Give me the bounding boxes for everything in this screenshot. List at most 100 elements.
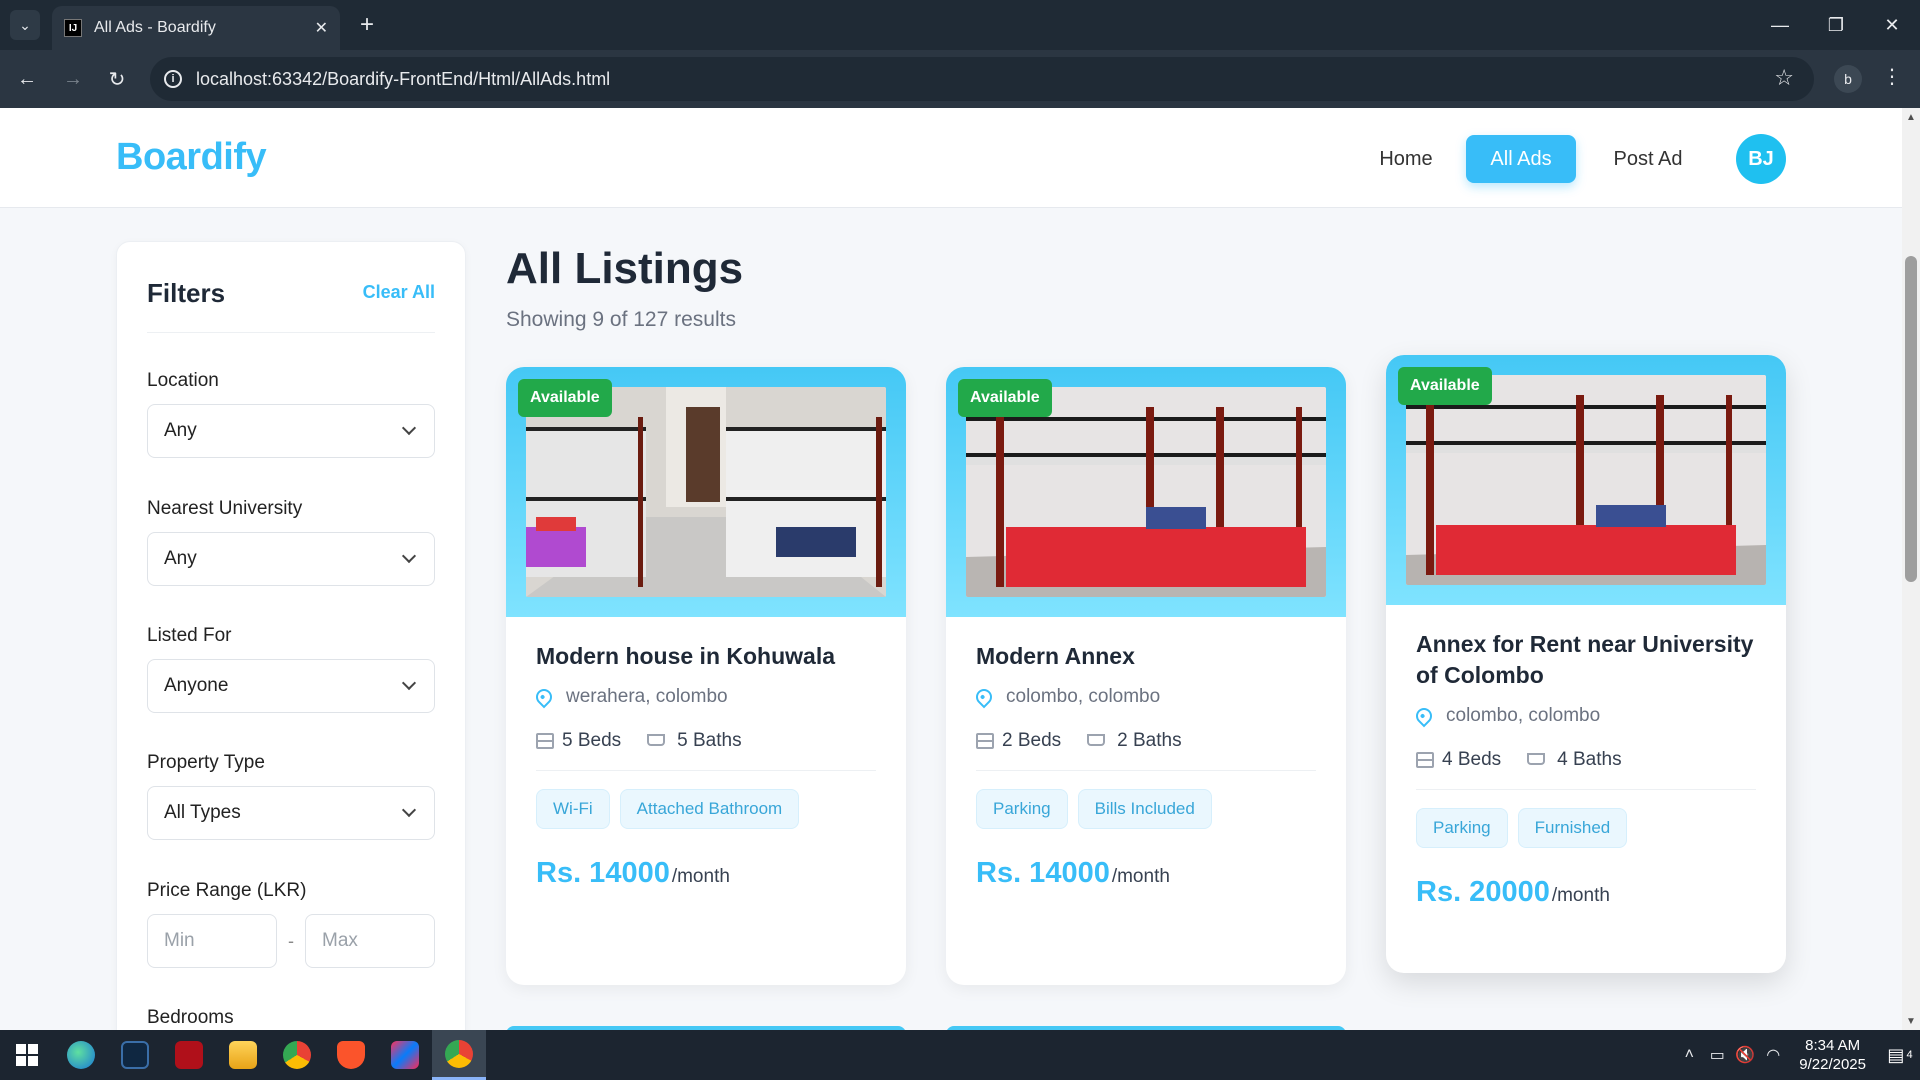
site-info-icon[interactable]: i [164,70,182,88]
price-range-row: Min - Max [147,914,435,968]
taskbar-clock[interactable]: 8:34 AM 9/22/2025 [1799,1036,1866,1074]
bed-icon [976,733,994,749]
nav-all-ads-link[interactable]: All Ads [1466,135,1576,183]
browser-profile-avatar[interactable]: b [1834,65,1862,93]
map-pin-icon [972,685,996,709]
intellij-icon [391,1041,419,1069]
listing-location: colombo, colombo [1412,704,1756,728]
listing-title[interactable]: Modern Annex [976,641,1316,672]
availability-badge: Available [958,379,1052,417]
location-select-value: Any [164,420,197,441]
card-divider [1416,789,1756,790]
price-max-input[interactable]: Max [305,914,435,968]
listed-for-label: Listed For [147,625,232,646]
taskbar-edge[interactable] [54,1030,108,1080]
listing-card[interactable]: Available Modern Annex colombo, colombo … [946,367,1346,985]
listing-photo [1406,375,1766,585]
chrome-profile-icon [445,1039,473,1068]
taskbar-mysql[interactable] [108,1030,162,1080]
property-type-select[interactable]: All Types [147,786,435,840]
baths-count: 4 Baths [1557,749,1622,770]
amenity-tag: Wi-Fi [536,789,610,829]
tab-close-icon[interactable]: ✕ [315,18,328,38]
taskbar-brave[interactable] [324,1030,378,1080]
listing-image-frame[interactable]: Available [946,367,1346,617]
scrollbar-thumb[interactable] [1905,256,1917,582]
address-bar[interactable]: i localhost:63342/Boardify-FrontEnd/Html… [150,57,1814,101]
page-viewport: Boardify Home All Ads Post Ad BJ Filters… [0,108,1902,1030]
user-avatar[interactable]: BJ [1736,134,1786,184]
university-select[interactable]: Any [147,532,435,586]
price-amount: Rs. 14000 [536,857,670,889]
page-title: All Listings [506,244,744,293]
listing-location-text: werahera, colombo [566,686,728,707]
amenity-tag: Parking [976,789,1068,829]
listing-location-text: colombo, colombo [1446,705,1601,726]
tab-title: All Ads - Boardify [94,19,216,36]
volume-muted-icon[interactable]: 🔇 [1731,1045,1759,1065]
price-range-label: Price Range (LKR) [147,880,307,901]
card-divider [976,770,1316,771]
listing-card[interactable]: Available Modern house in Kohuwala werah… [506,367,906,985]
page-scrollbar[interactable]: ▲ ▼ [1902,108,1920,1030]
listing-title[interactable]: Modern house in Kohuwala [536,641,876,672]
bath-icon [647,734,666,746]
availability-badge: Available [1398,367,1492,405]
price-min-input[interactable]: Min [147,914,277,968]
beds-count: 2 Beds [1002,730,1062,751]
new-tab-plus-icon[interactable]: + [352,10,382,40]
price-period: /month [1551,885,1610,906]
chrome-icon [283,1041,311,1069]
listing-title[interactable]: Annex for Rent near University of Colomb… [1416,629,1756,691]
card-divider [536,770,876,771]
price-amount: Rs. 14000 [976,857,1110,889]
location-select[interactable]: Any [147,404,435,458]
scroll-up-arrow-icon[interactable]: ▲ [1902,108,1920,126]
taskbar-chrome-profile[interactable] [432,1030,486,1080]
listing-price: Rs. 20000 /month [1416,876,1756,909]
chevron-down-icon [401,420,417,436]
back-arrow-icon[interactable]: ← [12,64,42,94]
scroll-down-arrow-icon[interactable]: ▼ [1902,1012,1920,1030]
listing-photo [526,387,886,597]
price-period: /month [671,866,730,887]
windows-logo-icon [16,1044,38,1066]
amenity-tags: Parking Bills Included [976,789,1316,829]
close-window-icon[interactable]: ✕ [1864,0,1920,50]
bath-icon [1527,753,1546,765]
notification-icon: ▤ [1887,1044,1905,1065]
forward-arrow-icon[interactable]: → [58,64,88,94]
taskbar-intellij[interactable] [378,1030,432,1080]
nav-post-ad-link[interactable]: Post Ad [1598,135,1698,183]
minimize-icon[interactable]: — [1752,0,1808,50]
notification-count: 4 [1906,1049,1913,1061]
brand-logo[interactable]: Boardify [116,136,267,179]
battery-icon[interactable]: ▭ [1703,1045,1731,1065]
restore-icon[interactable]: ❐ [1808,0,1864,50]
reload-icon[interactable]: ↻ [102,64,132,94]
browser-tab-bar: ⌄ IJ All Ads - Boardify ✕ + — ❐ ✕ [0,0,1920,50]
listing-image-frame[interactable]: Available [1386,355,1786,605]
clock-time: 8:34 AM [1805,1037,1861,1054]
folder-icon [229,1041,257,1069]
wifi-icon[interactable]: ◠ [1759,1045,1787,1065]
taskbar-game[interactable] [162,1030,216,1080]
browser-menu-icon[interactable]: ⋮ [1882,64,1902,89]
notification-center[interactable]: ▤ 4 [1880,1045,1920,1066]
browser-tab[interactable]: IJ All Ads - Boardify ✕ [52,6,340,50]
listing-card[interactable]: Available Annex for Rent near University… [1386,355,1786,973]
bath-icon [1087,734,1106,746]
taskbar-chrome[interactable] [270,1030,324,1080]
taskbar-explorer[interactable] [216,1030,270,1080]
nav-home-link[interactable]: Home [1366,135,1446,183]
listing-image-frame[interactable]: Available [506,367,906,617]
bookmark-star-icon[interactable]: ☆ [1774,65,1794,91]
listing-card-body: Annex for Rent near University of Colomb… [1412,629,1756,909]
clear-all-button[interactable]: Clear All [363,282,435,303]
bed-icon [536,733,554,749]
start-button[interactable] [0,1030,54,1080]
tab-search-chevron-icon[interactable]: ⌄ [10,10,40,40]
listing-meta: 4 Beds 4 Baths [1416,749,1756,771]
listed-for-select[interactable]: Anyone [147,659,435,713]
chevron-up-icon[interactable]: ˄ [1675,1046,1703,1064]
